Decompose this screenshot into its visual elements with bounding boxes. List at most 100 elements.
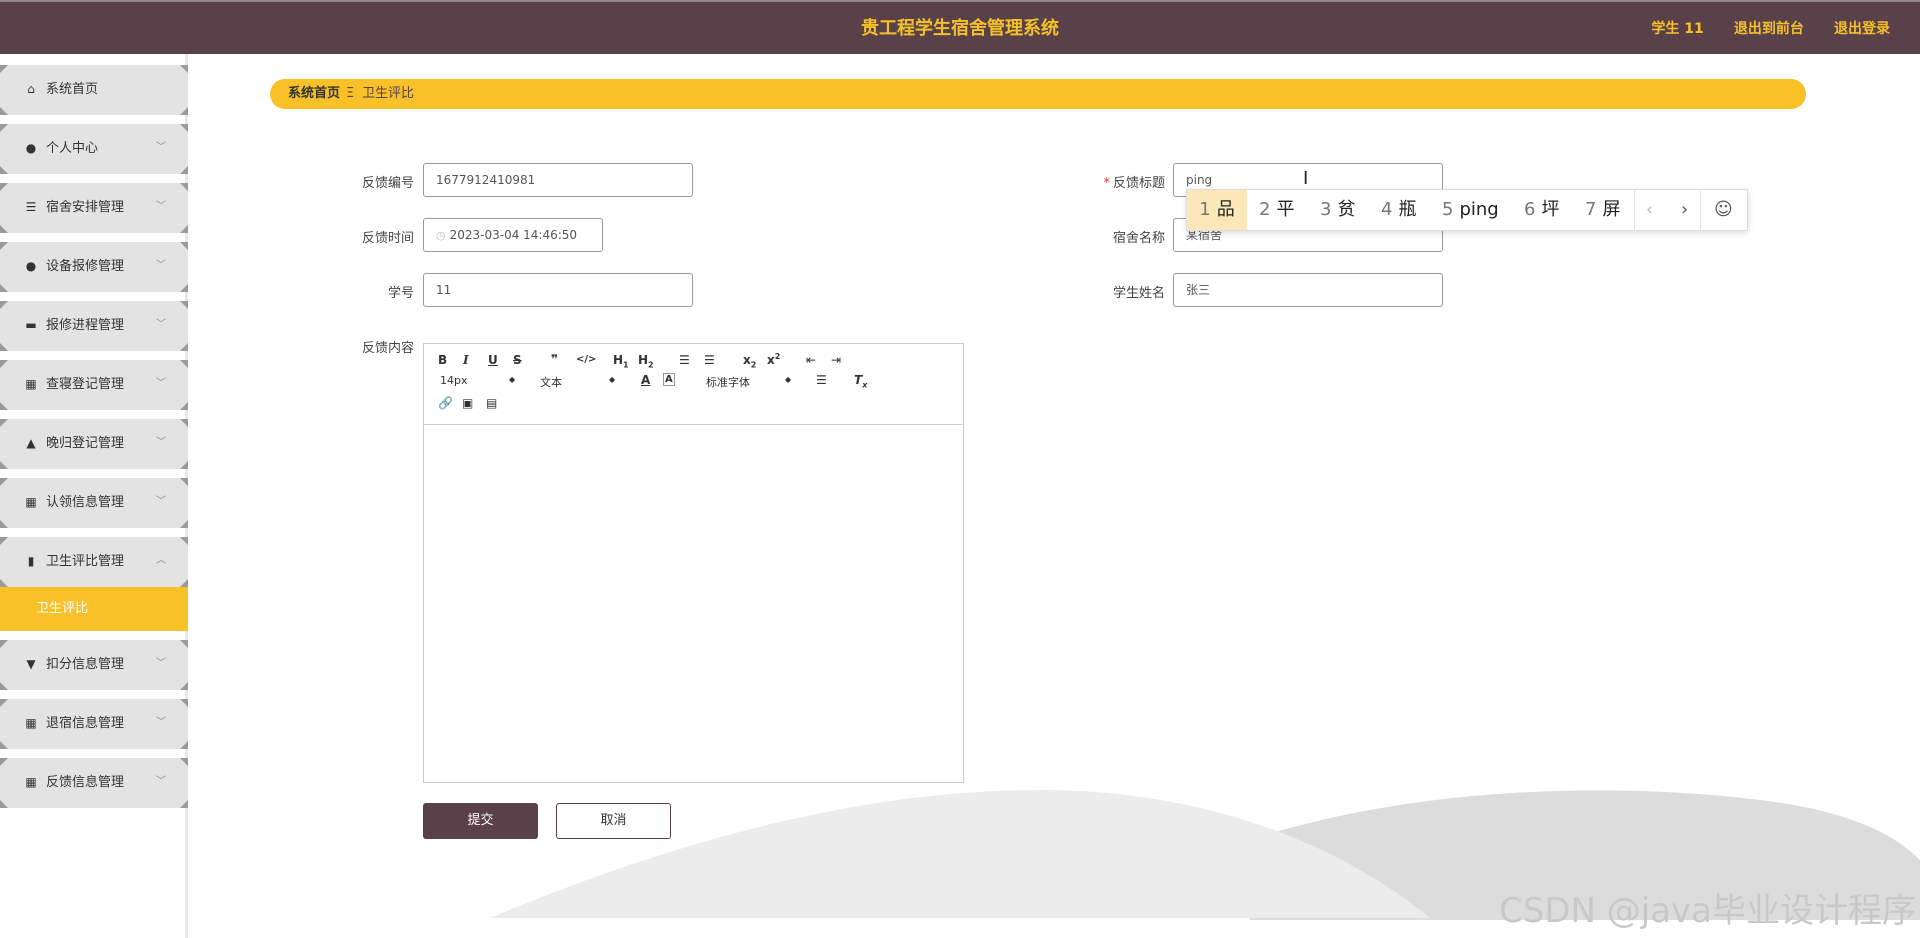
breadcrumb-home[interactable]: 系统首页 [288, 79, 340, 109]
sidebar-item-dorm-check[interactable]: ▦ 查寝登记管理 ﹀ [0, 360, 188, 410]
superscript-icon[interactable]: x2 [767, 352, 780, 367]
chevron-down-icon: ﹀ [156, 378, 166, 389]
ime-candidate[interactable]: 6坪 [1524, 190, 1559, 230]
feedback-no-label: 反馈编号 [361, 176, 414, 191]
sidebar-item-claim-info[interactable]: ▦ 认领信息管理 ﹀ [0, 478, 188, 528]
sidebar-item-home[interactable]: ⌂ 系统首页 [0, 65, 188, 115]
breadcrumb-current: 卫生评比 [362, 86, 415, 101]
sidebar-item-personal-center[interactable]: ● 个人中心 ﹀ [0, 124, 188, 174]
editor-content-area[interactable] [424, 425, 963, 782]
subscript-icon[interactable]: x2 [743, 353, 756, 369]
sidebar-item-late-return[interactable]: ▲ 晚归登记管理 ﹀ [0, 419, 188, 469]
feedback-time-label: 反馈时间 [361, 231, 414, 246]
header-links: 学生 11 退出到前台 退出登录 [1625, 2, 1890, 57]
sidebar-item-label: 系统首页 [46, 82, 99, 97]
logout-link[interactable]: 退出登录 [1834, 21, 1890, 37]
sidebar-item-label: 报修进程管理 [46, 318, 125, 333]
grid-icon: ▦ [25, 716, 37, 730]
strikethrough-icon[interactable]: S [513, 353, 522, 367]
outdent-icon[interactable]: ⇤ [806, 353, 816, 367]
ime-candidate[interactable]: 7屏 [1585, 190, 1620, 230]
submit-button[interactable]: 提交 [423, 803, 538, 839]
dorm-name-label: 宿舍名称 [1112, 231, 1165, 246]
sidebar-item-checkout[interactable]: ▦ 退宿信息管理 ﹀ [0, 699, 188, 749]
video-icon[interactable]: ▤ [486, 396, 497, 410]
grid-icon: ▦ [25, 377, 37, 391]
breadcrumb-separator-icon: Ξ [346, 86, 355, 101]
user-stand-icon: ▲ [26, 436, 36, 450]
chevron-down-icon: ﹀ [156, 776, 166, 787]
ime-candidate[interactable]: 5 ping [1442, 190, 1499, 230]
ime-candidate[interactable]: 3贫 [1320, 190, 1355, 230]
sidebar-item-label: 晚归登记管理 [46, 436, 125, 451]
sliders-icon: ☰ [25, 200, 37, 214]
feedback-time-input[interactable]: ◷ 2023-03-04 14:46:50 [423, 218, 603, 252]
watermark: CSDN @java毕业设计程序 [1499, 891, 1916, 931]
sidebar-item-label: 查寝登记管理 [46, 377, 125, 392]
chevron-down-icon: ﹀ [156, 319, 166, 330]
grid-icon: ▦ [25, 495, 37, 509]
sidebar-item-repair-progress[interactable]: ▬ 报修进程管理 ﹀ [0, 301, 188, 351]
exit-to-front-link[interactable]: 退出到前台 [1734, 21, 1804, 37]
ime-next-icon[interactable]: › [1681, 190, 1688, 230]
image-icon[interactable]: ▣ [462, 396, 473, 410]
content-label: 反馈内容 [361, 341, 414, 356]
code-icon[interactable]: </> [576, 354, 596, 365]
ime-candidate[interactable]: 4瓶 [1381, 190, 1416, 230]
blockquote-icon[interactable]: ❞ [551, 352, 558, 366]
link-icon[interactable]: 🔗 [438, 396, 453, 410]
clock-icon: ◷ [436, 229, 446, 242]
feedback-time-value: 2023-03-04 14:46:50 [449, 228, 578, 242]
rich-text-editor: B I U S ❞ </> H1 H2 ☰ ☰ x2 x2 ⇤ ⇥ 14px ◆ … [423, 343, 964, 783]
ime-candidate[interactable]: 1品 [1187, 190, 1247, 230]
sidebar-item-label: 个人中心 [46, 141, 99, 156]
chevron-down-icon: ﹀ [156, 717, 166, 728]
background-color-icon[interactable]: A [663, 373, 675, 386]
heading2-icon[interactable]: H2 [638, 353, 654, 369]
heading1-icon[interactable]: H1 [613, 353, 629, 369]
breadcrumb: 系统首页 Ξ 卫生评比 [270, 79, 1806, 109]
chevron-down-icon: ﹀ [156, 260, 166, 271]
sidebar-item-deduction[interactable]: ▼ 扣分信息管理 ﹀ [0, 640, 188, 690]
required-mark: * [1103, 176, 1110, 191]
student-name-label: 学生姓名 [1112, 286, 1165, 301]
chevron-down-icon: ﹀ [156, 496, 166, 507]
current-user-link[interactable]: 学生 11 [1651, 21, 1703, 37]
sidebar-item-label: 反馈信息管理 [46, 775, 125, 790]
sidebar-item-hygiene[interactable]: ▮ 卫生评比管理 ︿ [0, 537, 188, 587]
student-name-input[interactable]: 张三 [1173, 273, 1443, 307]
chevron-down-icon: ﹀ [156, 658, 166, 669]
text-cursor-icon: I [1303, 168, 1309, 189]
sidebar-item-dorm-arrangement[interactable]: ☰ 宿舍安排管理 ﹀ [0, 183, 188, 233]
grid-icon: ▦ [25, 775, 37, 789]
books-icon: ▮ [27, 554, 35, 568]
underline-icon[interactable]: U [488, 353, 498, 367]
italic-icon[interactable]: I [463, 353, 469, 367]
printer-icon: ▬ [25, 318, 37, 332]
ime-emoji-icon[interactable]: ☺ [1714, 190, 1733, 230]
pin-icon: ▼ [26, 657, 36, 671]
sidebar-item-repair[interactable]: ● 设备报修管理 ﹀ [0, 242, 188, 292]
ime-prev-icon[interactable]: ‹ [1646, 190, 1653, 230]
cancel-button[interactable]: 取消 [556, 803, 671, 839]
student-no-label: 学号 [387, 286, 414, 301]
ordered-list-icon[interactable]: ☰ [679, 353, 690, 367]
sidebar-item-label: 退宿信息管理 [46, 716, 125, 731]
indent-icon[interactable]: ⇥ [831, 353, 841, 367]
font-size-select[interactable]: 14px ◆ [440, 374, 518, 387]
bold-icon[interactable]: B [438, 353, 447, 367]
clear-format-icon[interactable]: Tx [854, 373, 867, 389]
bullet-list-icon[interactable]: ☰ [704, 353, 715, 367]
ime-candidate-bar: 1品 2平 3贫 4瓶 5 ping 6坪 7屏 ‹ › ☺ [1186, 189, 1748, 231]
ime-candidate[interactable]: 2平 [1259, 190, 1294, 230]
student-no-input[interactable]: 11 [423, 273, 693, 307]
block-type-select[interactable]: 文本 ◆ [540, 374, 618, 390]
align-icon[interactable]: ☰ [816, 373, 827, 387]
user-icon: ● [25, 259, 37, 273]
font-family-select[interactable]: 标准字体 ◆ [706, 374, 794, 390]
sidebar-subitem-hygiene-rating[interactable]: 卫生评比 [0, 587, 188, 631]
sidebar-item-label: 宿舍安排管理 [46, 200, 125, 215]
sidebar-item-feedback[interactable]: ▦ 反馈信息管理 ﹀ [0, 758, 188, 808]
font-color-icon[interactable]: A [641, 373, 650, 387]
feedback-no-input[interactable]: 1677912410981 [423, 163, 693, 197]
